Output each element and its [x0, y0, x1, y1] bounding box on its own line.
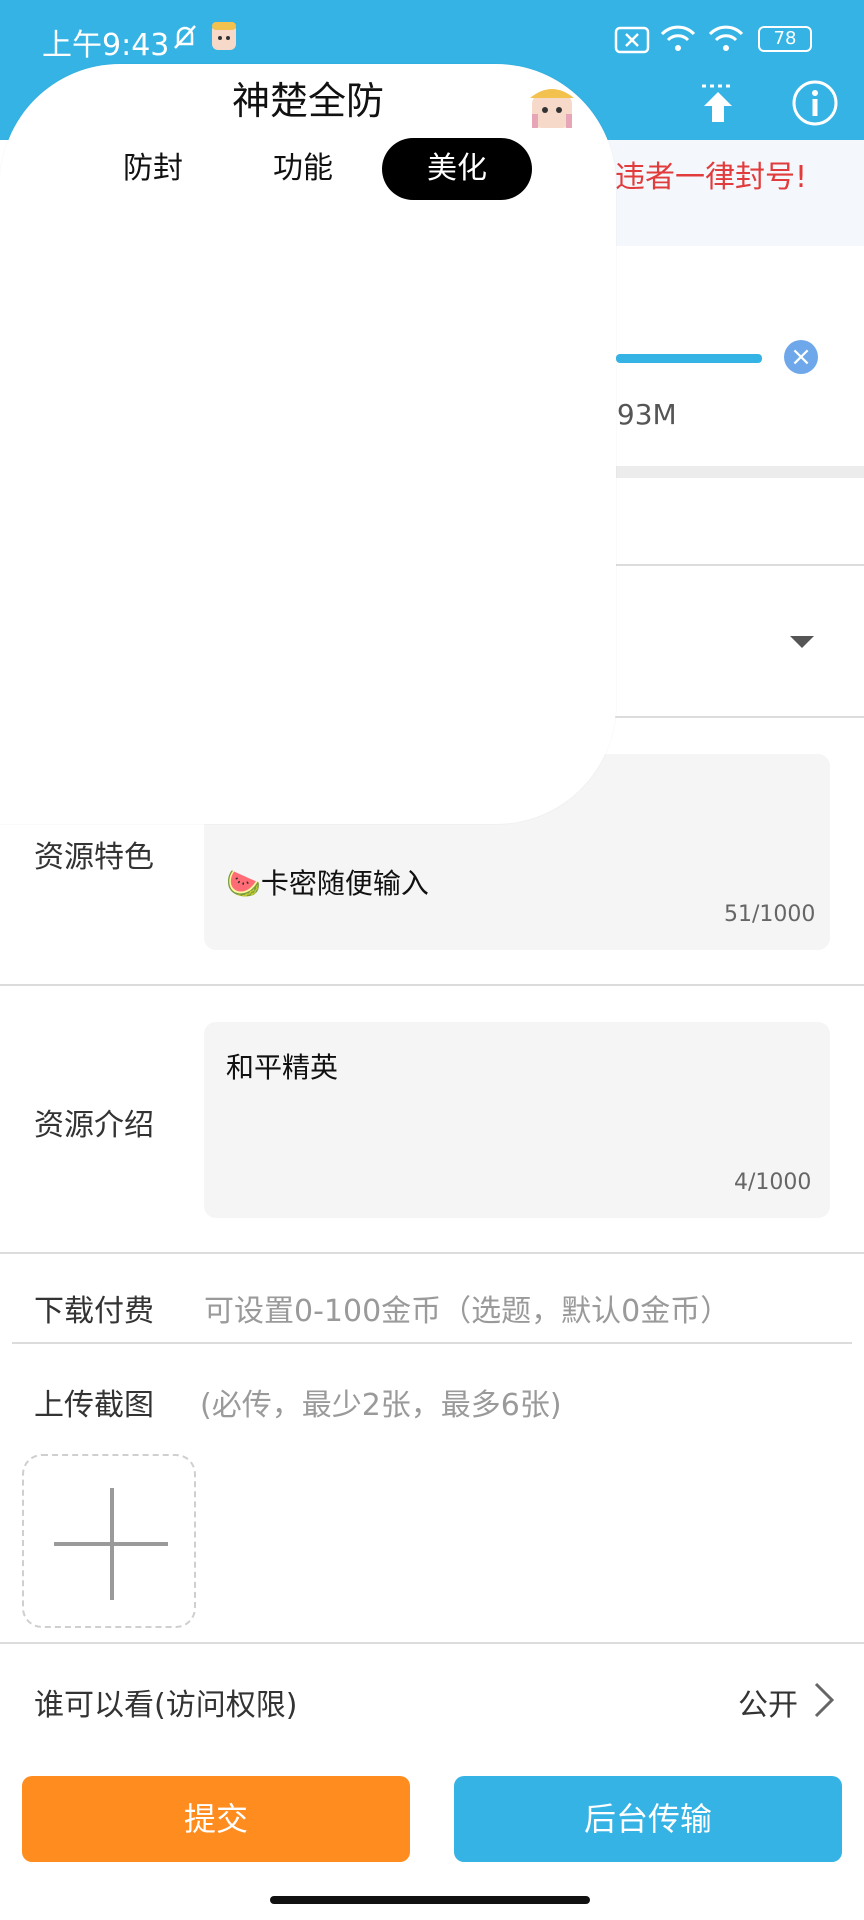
upload-arrow-icon[interactable] — [696, 82, 740, 126]
watermelon-icon: 🍉 — [226, 867, 261, 900]
add-screenshot-button[interactable] — [22, 1454, 196, 1628]
wifi-icon-2 — [708, 24, 744, 54]
divider — [0, 1252, 864, 1254]
file-size-text: .93M — [608, 398, 677, 431]
screenshots-hint: (必传，最少2张，最多6张) — [200, 1388, 562, 1423]
divider — [612, 564, 864, 566]
feature-text: 🍉卡密随便输入 — [226, 862, 429, 902]
intro-label: 资源介绍 — [34, 1108, 154, 1143]
bell-off-icon — [170, 22, 200, 52]
background-transfer-button[interactable]: 后台传输 — [454, 1776, 842, 1862]
divider — [0, 984, 864, 986]
divider — [612, 716, 864, 718]
visibility-label: 谁可以看(访问权限) — [34, 1688, 298, 1723]
wifi-icon — [660, 24, 696, 54]
submit-button[interactable]: 提交 — [22, 1776, 410, 1862]
panel-avatar-icon — [526, 84, 578, 130]
upload-progress-bar — [616, 354, 762, 363]
intro-counter: 4/1000 — [734, 1170, 812, 1195]
tab-beautify[interactable]: 美化 — [382, 138, 532, 200]
chevron-right-icon[interactable] — [812, 1680, 836, 1720]
fee-label: 下载付费 — [34, 1294, 154, 1329]
screenshots-label: 上传截图 — [34, 1388, 154, 1423]
status-time: 上午9:43 — [42, 28, 170, 63]
avatar-icon — [208, 20, 240, 54]
sim-off-icon — [614, 26, 650, 54]
notice-text: 违者一律封号! — [615, 160, 808, 195]
fee-input[interactable]: 可设置0-100金币（选题，默认0金币） — [204, 1286, 730, 1330]
intro-value: 和平精英 — [226, 1051, 339, 1084]
feature-value: 卡密随便输入 — [260, 867, 429, 900]
divider — [0, 1642, 864, 1644]
panel-title: 神楚全防 — [231, 79, 384, 123]
battery-icon: 78 — [758, 26, 812, 52]
dropdown-caret-icon[interactable] — [790, 636, 814, 648]
close-icon[interactable]: × — [784, 340, 818, 374]
plus-icon-bar — [54, 1542, 168, 1546]
feature-label: 资源特色 — [34, 840, 154, 875]
info-icon[interactable] — [790, 78, 840, 128]
tab-features[interactable]: 功能 — [228, 138, 378, 200]
divider — [12, 1342, 852, 1344]
tab-anti-ban[interactable]: 防封 — [78, 138, 228, 200]
section-divider — [612, 466, 864, 478]
home-indicator[interactable] — [270, 1896, 590, 1904]
feature-counter: 51/1000 — [724, 902, 816, 927]
visibility-value[interactable]: 公开 — [738, 1680, 798, 1724]
